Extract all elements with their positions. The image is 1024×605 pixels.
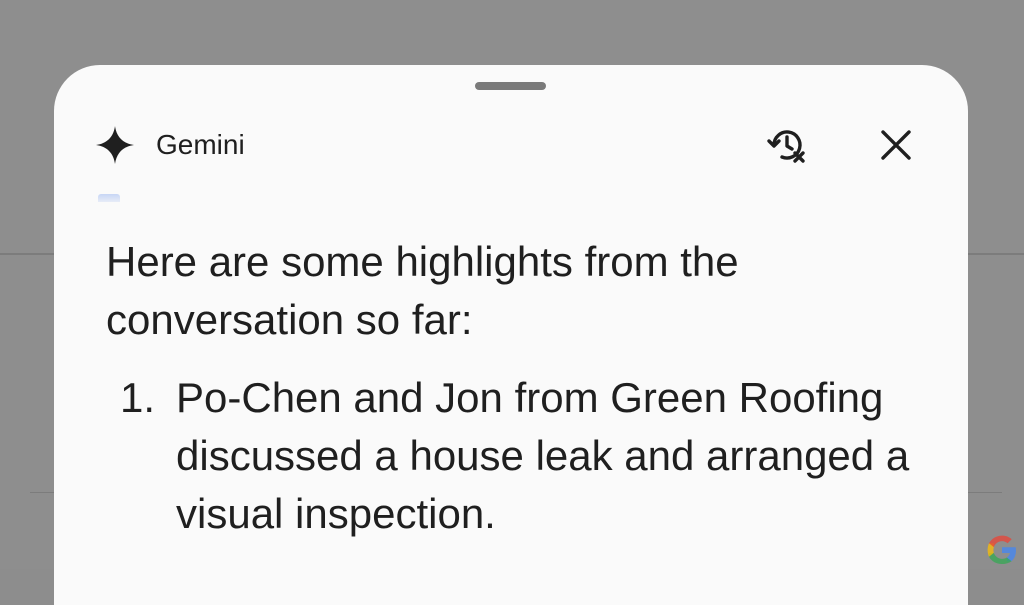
background-divider: [0, 253, 54, 255]
history-clear-icon: [767, 130, 805, 163]
list-item: 1. Po-Chen and Jon from Green Roofing di…: [106, 369, 926, 543]
background-divider: [30, 492, 54, 493]
response-intro: Here are some highlights from the conver…: [106, 238, 739, 343]
close-icon: [881, 130, 911, 160]
list-item-text: Po-Chen and Jon from Green Roofing discu…: [176, 374, 910, 537]
google-g-logo: [987, 535, 1016, 564]
list-item-number: 1.: [120, 374, 156, 421]
response-indicator: [98, 194, 120, 202]
clear-history-button[interactable]: [761, 119, 813, 171]
drag-handle[interactable]: [475, 82, 546, 90]
response-content: Here are some highlights from the conver…: [106, 233, 926, 543]
background-divider: [968, 253, 1024, 255]
gemini-spark-icon: [96, 126, 134, 164]
gemini-bottom-sheet: Gemini Here are some highlights from the…: [54, 65, 968, 605]
app-title: Gemini: [156, 129, 245, 160]
close-button[interactable]: [870, 119, 922, 171]
background-divider: [968, 492, 1002, 493]
sheet-header: Gemini: [54, 115, 968, 175]
highlights-list: 1. Po-Chen and Jon from Green Roofing di…: [106, 369, 926, 543]
